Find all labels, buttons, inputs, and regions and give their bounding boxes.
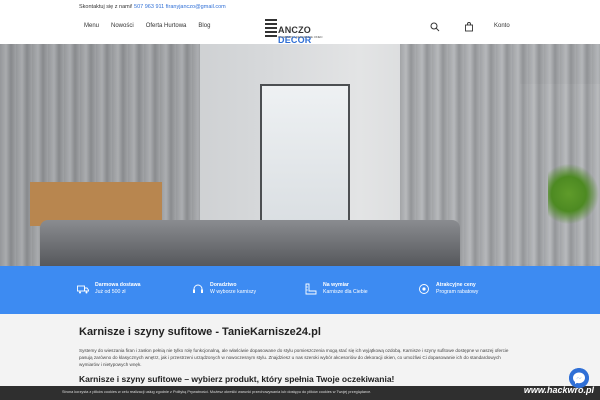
site-header: Menu Nowości Oferta Hurtowa Blog ANCZO D… [0, 14, 600, 45]
nav-item-menu[interactable]: Menu [84, 23, 99, 29]
feature-title: Doradztwo [210, 282, 237, 288]
cart-icon[interactable] [464, 22, 474, 32]
features-strip: Darmowa dostawa Już od 500 zł Doradztwo W … [0, 266, 600, 314]
main-nav: Menu Nowości Oferta Hurtowa Blog [84, 23, 210, 29]
truck-icon [77, 285, 89, 294]
headset-icon [193, 284, 203, 293]
top-bar: Skontaktuj się z nami! 507 963 911 firan… [0, 0, 600, 14]
contact-line: Skontaktuj się z nami! 507 963 911 firan… [79, 4, 226, 10]
contact-label: Skontaktuj się z nami! [79, 4, 133, 10]
feature-sub: Program rabatowy [436, 289, 479, 295]
feature-title: Na wymiar [323, 282, 349, 288]
feature-title: Atrakcyjne ceny [436, 282, 476, 288]
hero-banner [0, 44, 600, 266]
email-link[interactable]: firanyjanczo@gmail.com [166, 4, 226, 10]
nav-item-blog[interactable]: Blog [198, 23, 210, 29]
hero-plant [548, 164, 600, 224]
messenger-chat-icon[interactable] [569, 368, 589, 388]
nav-item-nowosci[interactable]: Nowości [111, 23, 134, 29]
cookie-bar[interactable]: Strona korzysta z plików cookies w celu … [0, 386, 600, 400]
logo-tagline: WYSPRZĘT I DEKORACJE OKIEN [278, 35, 323, 39]
feature-sub: W wyborze karniszy [210, 289, 257, 295]
feature-title: Darmowa dostawa [95, 282, 141, 288]
search-icon[interactable] [430, 22, 440, 32]
ruler-icon [305, 283, 317, 295]
site-logo[interactable]: ANCZO DECOR WYSPRZĘT I DEKORACJE OKIEN [265, 16, 345, 45]
cookie-text: Strona korzysta z plików cookies w celu … [62, 390, 372, 394]
logo-word-1: ANCZO [278, 25, 311, 35]
page-title: Karnisze i szyny sufitowe - TanieKarnisz… [79, 326, 321, 338]
hero-bed [40, 220, 460, 266]
intro-paragraph: Systemy do wieszania firan i zasłon pełn… [79, 348, 509, 367]
phone-link[interactable]: 507 963 911 [134, 4, 164, 10]
section-subtitle: Karnisze i szyny sufitowe – wybierz prod… [79, 374, 395, 384]
badge-icon [419, 284, 429, 294]
nav-item-oferta-hurtowa[interactable]: Oferta Hurtowa [146, 23, 187, 29]
account-link[interactable]: Konto [494, 23, 510, 29]
logo-mark-icon [265, 19, 277, 37]
feature-sub: Karnisze dla Ciebie [323, 289, 368, 295]
feature-sub: Już od 500 zł [95, 289, 126, 295]
